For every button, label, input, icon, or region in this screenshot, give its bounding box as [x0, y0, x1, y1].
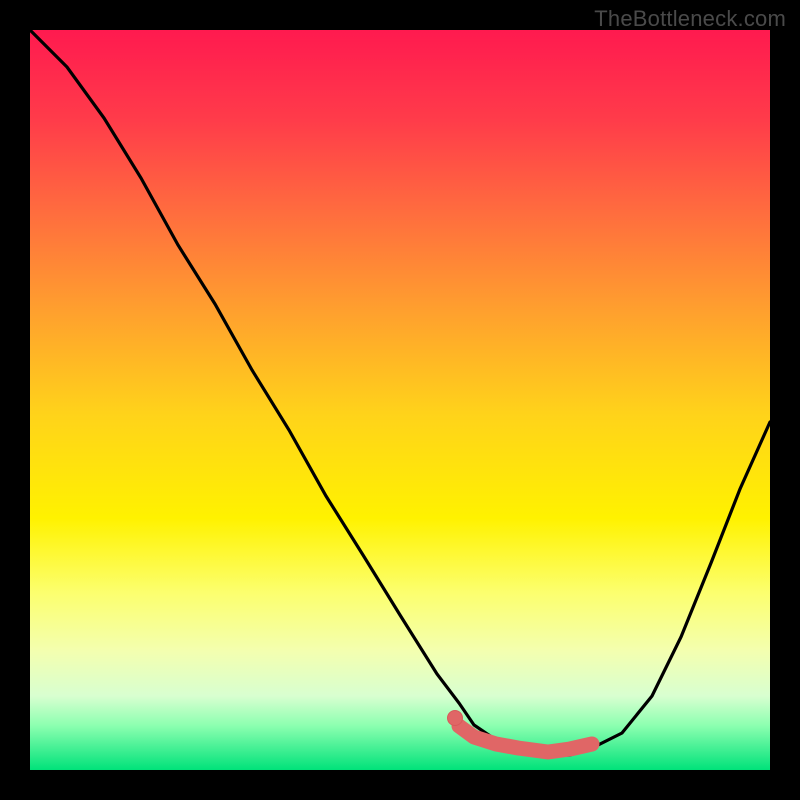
marker-point: [448, 711, 463, 726]
plot-area: [30, 30, 770, 770]
chart-frame: TheBottleneck.com: [0, 0, 800, 800]
watermark-text: TheBottleneck.com: [594, 6, 786, 32]
bottleneck-curve-svg: [30, 30, 770, 770]
bottleneck-curve: [30, 30, 770, 755]
